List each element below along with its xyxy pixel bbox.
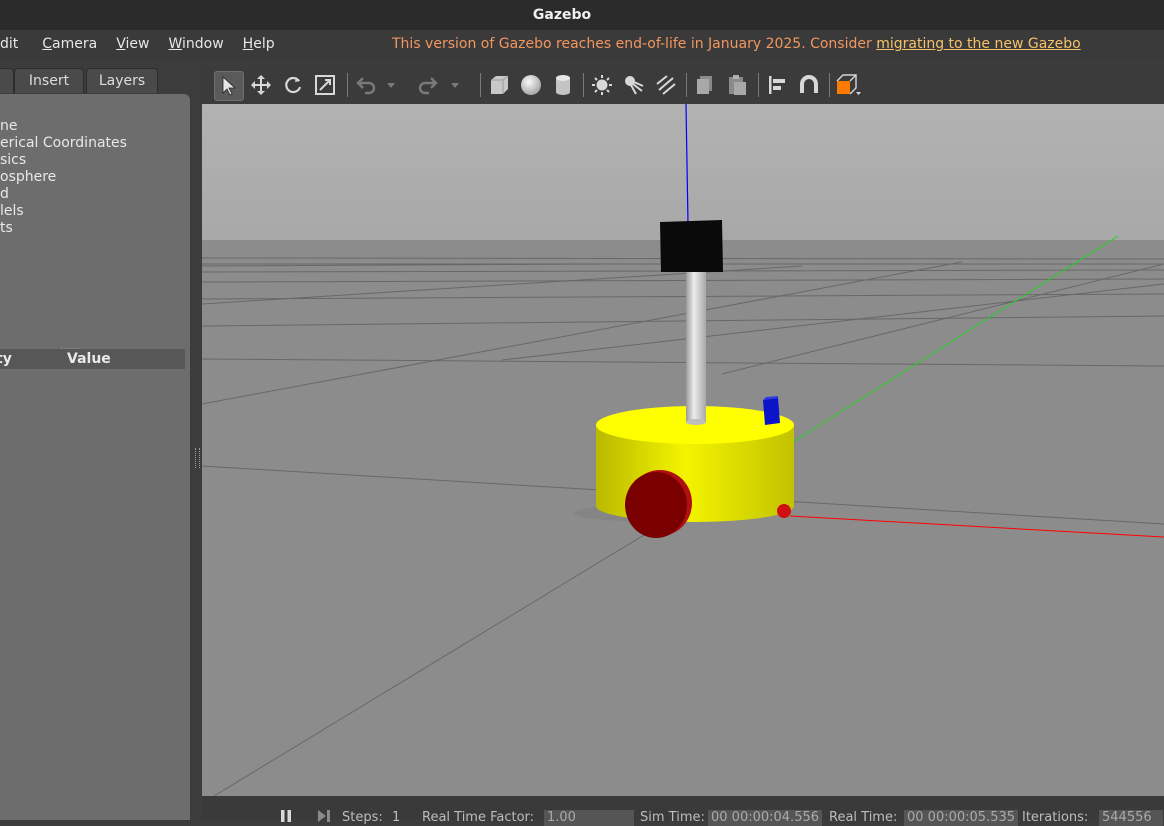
rtf-label: Real Time Factor: xyxy=(422,810,535,825)
toolbar-separator xyxy=(758,73,759,97)
3d-viewport[interactable] xyxy=(201,103,1164,797)
toolbar-separator xyxy=(480,73,481,97)
menu-edit[interactable]: dit xyxy=(0,36,18,52)
undo-icon[interactable] xyxy=(352,71,380,99)
copy-icon[interactable] xyxy=(691,71,719,99)
real-time-field: 00 00:00:05.535 xyxy=(904,810,1018,826)
undo-dropdown-icon[interactable] xyxy=(384,71,398,99)
cylinder-icon[interactable] xyxy=(549,71,577,99)
menu-window[interactable]: Window xyxy=(168,36,223,52)
scale-icon[interactable] xyxy=(311,71,339,99)
steps-label: Steps: xyxy=(342,810,383,825)
toolbar-separator xyxy=(347,73,348,97)
eol-notice: This version of Gazebo reaches end-of-li… xyxy=(392,36,1081,52)
tab-insert[interactable]: Insert xyxy=(14,68,84,93)
point-light-icon[interactable] xyxy=(588,71,616,99)
tab-world[interactable] xyxy=(0,68,14,93)
left-panel: Insert Layers ne erical Coordinates sics… xyxy=(0,66,190,820)
scene-render xyxy=(201,103,1164,797)
snap-magnet-icon[interactable] xyxy=(795,71,823,99)
menu-bar: dit Camera View Window Help This version… xyxy=(0,30,1164,58)
world-panel: ne erical Coordinates sics osphere d lel… xyxy=(0,94,190,820)
toolbar-separator xyxy=(583,73,584,97)
menu-help[interactable]: Help xyxy=(243,36,275,52)
rtf-field: 1.00 xyxy=(544,810,634,826)
directional-light-icon[interactable] xyxy=(652,71,680,99)
pause-icon[interactable] xyxy=(280,810,292,822)
iterations-field: 544556 xyxy=(1099,810,1163,826)
status-bar: Steps: 1 Real Time Factor: 1.00 Sim Time… xyxy=(202,796,1164,826)
tree-item-lights[interactable]: ts xyxy=(0,220,127,237)
real-time-label: Real Time: xyxy=(829,810,898,825)
tree-item-scene[interactable]: ne xyxy=(0,118,127,135)
toolbar-separator xyxy=(686,73,687,97)
value-column-header: Value xyxy=(67,351,111,367)
box-icon[interactable] xyxy=(485,71,513,99)
world-tree: ne erical Coordinates sics osphere d lel… xyxy=(0,118,127,237)
property-column-header: ty xyxy=(0,351,12,367)
redo-dropdown-icon[interactable] xyxy=(448,71,462,99)
migrate-link[interactable]: migrating to the new Gazebo xyxy=(876,36,1081,52)
select-arrow-icon[interactable] xyxy=(214,71,244,101)
rotate-icon[interactable] xyxy=(279,71,307,99)
panel-resize-handle[interactable] xyxy=(195,448,200,468)
tab-layers[interactable]: Layers xyxy=(86,68,158,93)
tree-item-wind[interactable]: d xyxy=(0,186,127,203)
sim-time-label: Sim Time: xyxy=(640,810,705,825)
translate-icon[interactable] xyxy=(247,71,275,99)
property-table-header: ty Value xyxy=(0,349,185,369)
toolbar xyxy=(202,66,1164,104)
steps-value[interactable]: 1 xyxy=(392,810,400,825)
tree-item-models[interactable]: lels xyxy=(0,203,127,220)
tree-item-physics[interactable]: sics xyxy=(0,152,127,169)
toolbar-separator xyxy=(829,73,830,97)
sim-time-field: 00 00:00:04.556 xyxy=(708,810,822,826)
menu-view[interactable]: View xyxy=(116,36,149,52)
menu-camera[interactable]: Camera xyxy=(42,36,97,52)
tree-item-spherical-coordinates[interactable]: erical Coordinates xyxy=(0,135,127,152)
window-title: Gazebo xyxy=(532,7,592,23)
iterations-label: Iterations: xyxy=(1022,810,1089,825)
align-icon[interactable] xyxy=(763,71,791,99)
title-bar: Gazebo xyxy=(0,0,1164,30)
step-icon[interactable] xyxy=(317,810,331,822)
spot-light-icon[interactable] xyxy=(620,71,648,99)
redo-icon[interactable] xyxy=(414,71,442,99)
view-angle-icon[interactable] xyxy=(834,71,862,99)
sphere-icon[interactable] xyxy=(517,71,545,99)
paste-icon[interactable] xyxy=(723,71,751,99)
tree-item-atmosphere[interactable]: osphere xyxy=(0,169,127,186)
